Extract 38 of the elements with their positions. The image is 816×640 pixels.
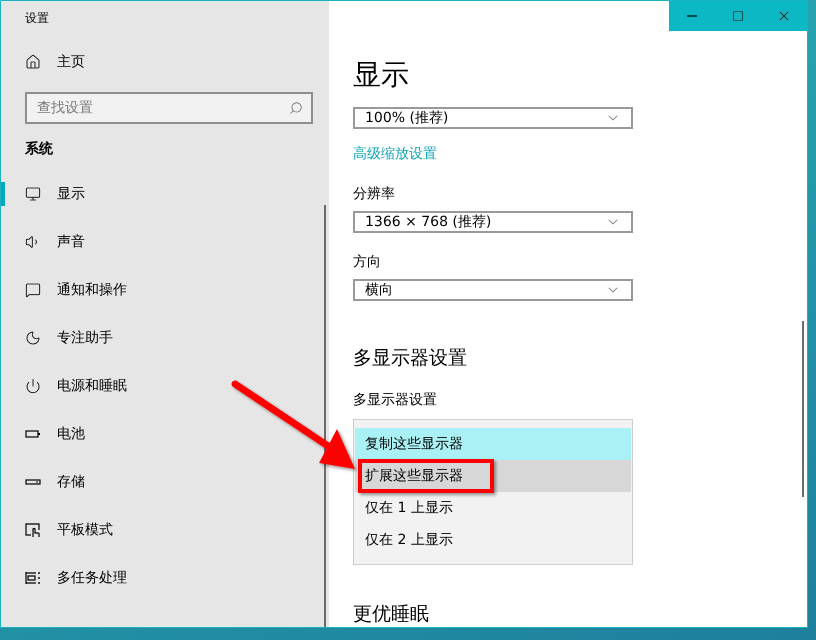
- field-label: 方向: [353, 253, 381, 271]
- moon-icon: [25, 330, 41, 346]
- sidebar-item[interactable]: 声音: [1, 218, 329, 266]
- monitor-icon: [25, 186, 41, 202]
- dropdown-option[interactable]: 扩展这些显示器: [355, 460, 631, 492]
- scale-dropdown[interactable]: 100% (推荐): [353, 107, 633, 129]
- search-field[interactable]: 查找设置: [25, 92, 313, 124]
- sidebar-item[interactable]: 专注助手: [1, 314, 329, 362]
- page-title: 显示: [353, 57, 410, 93]
- maximize-icon: [732, 10, 744, 22]
- sidebar-item[interactable]: 通知和操作: [1, 266, 329, 314]
- selection-indicator: [1, 182, 5, 206]
- scrollbar[interactable]: [324, 205, 326, 627]
- scrollbar[interactable]: [802, 321, 804, 497]
- home-nav-item[interactable]: 主页: [1, 31, 329, 75]
- dropdown-option[interactable]: 复制这些显示器: [355, 428, 631, 460]
- multitask-icon: [25, 570, 41, 586]
- sidebar-item[interactable]: 电源和睡眠: [1, 362, 329, 410]
- sidebar-item[interactable]: 多任务处理: [1, 554, 329, 602]
- section-heading: 更优睡眠: [353, 602, 429, 627]
- dropdown-option[interactable]: 仅在 2 上显示: [355, 524, 631, 556]
- sidebar-item[interactable]: 存储: [1, 458, 329, 506]
- home-icon: [25, 54, 41, 70]
- resolution-dropdown[interactable]: 1366 × 768 (推荐): [353, 211, 633, 233]
- search-icon: [289, 101, 303, 115]
- section-heading: 系统: [24, 140, 54, 159]
- dropdown-option[interactable]: 仅在 1 上显示: [355, 492, 631, 524]
- orientation-dropdown[interactable]: 横向: [353, 279, 633, 301]
- section-heading: 多显示器设置: [353, 346, 467, 371]
- power-icon: [25, 378, 41, 394]
- tablet-icon: [25, 522, 41, 538]
- field-label: 分辨率: [353, 185, 395, 203]
- message-icon: [25, 282, 41, 298]
- window-title: 设置: [24, 10, 50, 27]
- field-label: 多显示器设置: [353, 391, 437, 409]
- sidebar-item[interactable]: 电池: [1, 410, 329, 458]
- minimize-icon: [687, 15, 697, 17]
- sidebar-item[interactable]: 平板模式: [1, 506, 329, 554]
